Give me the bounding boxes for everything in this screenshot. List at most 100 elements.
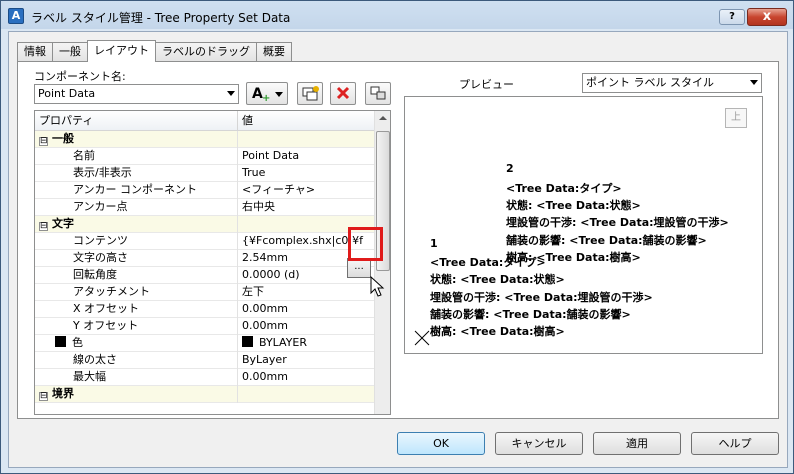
category-row[interactable]: ⊟ 境界 bbox=[35, 386, 374, 403]
tab-general[interactable]: 一般 bbox=[52, 42, 88, 62]
category-row[interactable]: ⊟ 一般 bbox=[35, 131, 374, 148]
preview-style-select[interactable]: ポイント ラベル スタイル bbox=[582, 73, 762, 93]
property-value-cell[interactable]: BYLAYER bbox=[238, 335, 374, 352]
window-title: ラベル スタイル管理 - Tree Property Set Data bbox=[31, 11, 291, 25]
property-row[interactable]: Y オフセット 0.00mm bbox=[35, 318, 374, 335]
scroll-up-arrow-icon[interactable] bbox=[379, 116, 387, 120]
property-name-cell: 表示/非表示 bbox=[35, 165, 238, 182]
property-name: 色 bbox=[72, 336, 83, 349]
cancel-button[interactable]: キャンセル bbox=[495, 432, 583, 455]
property-name-cell: X オフセット bbox=[35, 301, 238, 318]
property-name-cell: アンカー点 bbox=[35, 199, 238, 216]
property-value-cell[interactable]: Point Data bbox=[238, 148, 374, 165]
property-grid-header: プロパティ 値 bbox=[35, 111, 374, 131]
property-value: True bbox=[242, 166, 266, 179]
property-row[interactable]: 名前 Point Data bbox=[35, 148, 374, 165]
apply-button[interactable]: 適用 bbox=[593, 432, 681, 455]
property-name: 線の太さ bbox=[73, 353, 117, 366]
property-row[interactable]: 線の太さ ByLayer bbox=[35, 352, 374, 369]
collapse-icon[interactable]: ⊟ bbox=[39, 137, 48, 146]
property-name: アンカー コンポーネント bbox=[73, 183, 198, 196]
property-name-cell: 文字の高さ bbox=[35, 250, 238, 267]
tab-layout[interactable]: レイアウト bbox=[87, 40, 156, 62]
property-name-cell: アタッチメント bbox=[35, 284, 238, 301]
property-name: 最大幅 bbox=[73, 370, 106, 383]
property-name-cell: 色 bbox=[35, 335, 238, 352]
property-row[interactable]: 表示/非表示 True bbox=[35, 165, 374, 182]
app-icon: A bbox=[8, 8, 24, 24]
property-value-cell[interactable]: 0.00mm bbox=[238, 318, 374, 335]
property-value: 右中央 bbox=[242, 200, 275, 213]
property-value: BYLAYER bbox=[259, 336, 308, 349]
property-name-cell: 回転角度 bbox=[35, 267, 238, 284]
property-rows: ⊟ 一般名前 Point Data 表示/非表示 True アンカー コンポーネント <フィ… bbox=[35, 131, 374, 403]
property-row[interactable]: 色 BYLAYER bbox=[35, 335, 374, 352]
property-value: 0.0000 (d) bbox=[242, 268, 300, 281]
help-button[interactable]: ヘルプ bbox=[691, 432, 779, 455]
tab-info[interactable]: 情報 bbox=[17, 42, 53, 62]
contents-edit-button[interactable]: ... bbox=[347, 258, 371, 278]
color-swatch-icon bbox=[242, 336, 253, 347]
property-column-header[interactable]: プロパティ bbox=[35, 111, 238, 131]
close-button[interactable]: x bbox=[747, 8, 787, 26]
property-name: X オフセット bbox=[73, 302, 140, 315]
property-name-cell: 線の太さ bbox=[35, 352, 238, 369]
property-row[interactable]: コンテンツ {¥Fcomplex.shx|c0;¥f bbox=[35, 233, 374, 250]
tab-dragged-state[interactable]: ラベルのドラッグ bbox=[155, 42, 257, 62]
draw-order-button[interactable] bbox=[365, 82, 391, 105]
property-row[interactable]: X オフセット 0.00mm bbox=[35, 301, 374, 318]
property-value-cell[interactable]: 右中央 bbox=[238, 199, 374, 216]
component-name-select[interactable]: Point Data bbox=[34, 84, 239, 104]
property-name: アタッチメント bbox=[73, 285, 150, 298]
property-row[interactable]: アンカー コンポーネント <フィーチャ> bbox=[35, 182, 374, 199]
draw-order-icon bbox=[370, 86, 386, 100]
property-row[interactable]: 回転角度 0.0000 (d) bbox=[35, 267, 374, 284]
collapse-icon[interactable]: ⊟ bbox=[39, 392, 48, 401]
ok-button[interactable]: OK bbox=[397, 432, 485, 455]
preview-label1-line: 埋設管の干渉: <Tree Data:埋設管の干渉> bbox=[430, 291, 653, 304]
property-grid: プロパティ 値 ⊟ 一般名前 Point Data 表示/非表示 True アンカー コン… bbox=[34, 110, 391, 415]
help-title-button[interactable]: ? bbox=[719, 9, 745, 25]
collapse-icon[interactable]: ⊟ bbox=[39, 222, 48, 231]
preview-up-button[interactable]: 上 bbox=[725, 108, 747, 128]
svg-text:+: + bbox=[262, 93, 270, 104]
mouse-pointer-icon bbox=[370, 276, 385, 297]
property-row[interactable]: 最大幅 0.00mm bbox=[35, 369, 374, 386]
property-value-cell[interactable]: 0.00mm bbox=[238, 369, 374, 386]
property-row[interactable]: アンカー点 右中央 bbox=[35, 199, 374, 216]
property-value: 2.54mm bbox=[242, 251, 288, 264]
property-name-cell: ⊟ 文字 bbox=[35, 216, 238, 233]
tab-summary[interactable]: 概要 bbox=[256, 42, 292, 62]
value-column-header[interactable]: 値 bbox=[238, 111, 374, 131]
property-name-cell: アンカー コンポーネント bbox=[35, 182, 238, 199]
property-value-cell[interactable]: 0.00mm bbox=[238, 301, 374, 318]
property-value: {¥Fcomplex.shx|c0;¥f bbox=[242, 234, 363, 247]
copy-component-button[interactable] bbox=[297, 82, 323, 105]
property-value: 0.00mm bbox=[242, 302, 288, 315]
property-grid-scrollbar[interactable] bbox=[374, 111, 390, 414]
property-value-cell[interactable]: True bbox=[238, 165, 374, 182]
delete-icon bbox=[336, 86, 350, 100]
preview-label: プレビュー bbox=[459, 78, 514, 91]
highlight-box bbox=[348, 227, 383, 261]
delete-component-button[interactable] bbox=[330, 82, 356, 105]
preview-label1-number: 1 bbox=[430, 237, 438, 250]
property-name-cell: 名前 bbox=[35, 148, 238, 165]
property-value-cell[interactable]: <フィーチャ> bbox=[238, 182, 374, 199]
component-name-label: コンポーネント名: bbox=[34, 70, 126, 83]
property-name: 一般 bbox=[52, 132, 74, 145]
property-name-cell: ⊟ 一般 bbox=[35, 131, 238, 148]
property-name: 文字の高さ bbox=[73, 251, 128, 264]
property-value: <フィーチャ> bbox=[242, 183, 316, 196]
category-row[interactable]: ⊟ 文字 bbox=[35, 216, 374, 233]
property-value-cell[interactable]: 左下 bbox=[238, 284, 374, 301]
preview-label1-line: 状態: <Tree Data:状態> bbox=[430, 273, 565, 286]
property-name: 回転角度 bbox=[73, 268, 117, 281]
property-row[interactable]: 文字の高さ 2.54mm bbox=[35, 250, 374, 267]
property-value-cell[interactable]: ByLayer bbox=[238, 352, 374, 369]
preview-area: 上 2 <Tree Data:タイプ> 状態: <Tree Data:状態> 埋… bbox=[404, 96, 763, 354]
preview-label1-line: <Tree Data:タイプ> bbox=[430, 256, 546, 269]
preview-label2-line: 状態: <Tree Data:状態> bbox=[506, 199, 641, 212]
property-row[interactable]: アタッチメント 左下 bbox=[35, 284, 374, 301]
create-component-button[interactable]: A + bbox=[246, 82, 288, 105]
